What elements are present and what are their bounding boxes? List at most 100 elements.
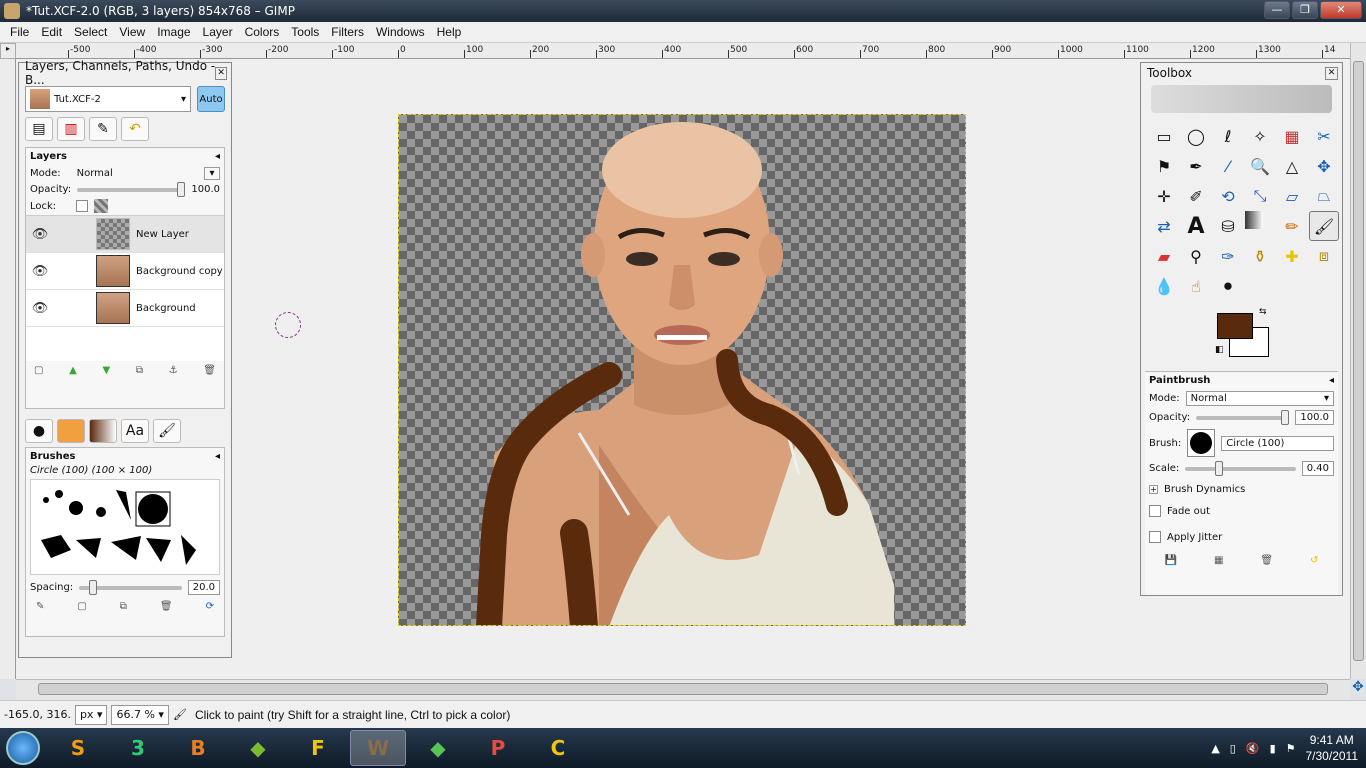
menu-help[interactable]: Help bbox=[431, 25, 468, 39]
scale-icon[interactable]: ⤡ bbox=[1245, 181, 1275, 211]
layer-row[interactable]: 👁 New Layer bbox=[26, 216, 224, 253]
fuzzy-select-icon[interactable]: ✧ bbox=[1245, 121, 1275, 151]
color-select-icon[interactable]: ▦ bbox=[1277, 121, 1307, 151]
flip-icon[interactable]: ⇄ bbox=[1149, 211, 1179, 241]
color-picker-icon[interactable]: ⁄ bbox=[1213, 151, 1243, 181]
taskbar-sims-icon[interactable]: ◆ bbox=[230, 730, 286, 766]
fade-out-label[interactable]: Fade out bbox=[1167, 506, 1210, 517]
tab-menu-icon[interactable]: ◂ bbox=[215, 151, 220, 162]
chevron-down-icon[interactable]: ▾ bbox=[204, 167, 220, 180]
spacing-value[interactable]: 20.0 bbox=[187, 580, 220, 595]
menu-file[interactable]: File bbox=[4, 25, 35, 39]
menu-tools[interactable]: Tools bbox=[285, 25, 325, 39]
ink-icon[interactable]: ✑ bbox=[1213, 241, 1243, 271]
menu-layer[interactable]: Layer bbox=[197, 25, 239, 39]
new-brush-icon[interactable]: ▢ bbox=[77, 601, 86, 612]
bucket-fill-icon[interactable]: ⛁ bbox=[1213, 211, 1243, 241]
vertical-scrollbar[interactable] bbox=[1350, 43, 1366, 679]
spacing-slider[interactable] bbox=[79, 579, 182, 595]
menu-view[interactable]: View bbox=[113, 25, 151, 39]
paint-opacity-knob[interactable] bbox=[1281, 409, 1290, 425]
volume-muted-icon[interactable]: 🔇 bbox=[1246, 742, 1260, 755]
menu-select[interactable]: Select bbox=[68, 25, 113, 39]
save-options-icon[interactable]: 💾 bbox=[1165, 555, 1177, 566]
shear-icon[interactable]: ▱ bbox=[1277, 181, 1307, 211]
lock-checkbox[interactable] bbox=[76, 200, 89, 212]
show-hidden-icon[interactable]: ▲ bbox=[1211, 742, 1219, 755]
menu-edit[interactable]: Edit bbox=[35, 25, 68, 39]
taskbar-app-2[interactable]: 3 bbox=[110, 730, 166, 766]
maximize-button[interactable]: ❐ bbox=[1292, 1, 1318, 19]
measure-icon[interactable]: △ bbox=[1277, 151, 1307, 181]
auto-button[interactable]: Auto bbox=[197, 86, 225, 112]
clone-icon[interactable]: ⚱ bbox=[1245, 241, 1275, 271]
delete-options-icon[interactable]: 🗑 bbox=[1260, 555, 1273, 566]
tab-menu-icon[interactable]: ◂ bbox=[215, 451, 220, 462]
eye-icon[interactable]: 👁 bbox=[26, 227, 54, 242]
channels-tab-icon[interactable]: ▥ bbox=[57, 117, 85, 141]
horizontal-ruler[interactable]: -500 -400 -300 -200 -100 0 100 200 300 400 500 600 7… bbox=[16, 43, 1350, 59]
tab-menu-icon[interactable]: ◂ bbox=[1329, 375, 1334, 386]
duplicate-brush-icon[interactable]: ⧉ bbox=[120, 601, 127, 612]
opacity-value[interactable]: 100.0 bbox=[191, 184, 220, 195]
rect-select-icon[interactable]: ▭ bbox=[1149, 121, 1179, 151]
restore-options-icon[interactable]: ▦ bbox=[1214, 555, 1223, 566]
refresh-brushes-icon[interactable]: ⟳ bbox=[206, 601, 214, 612]
dodge-burn-icon[interactable]: ⚫ bbox=[1213, 271, 1243, 301]
raise-layer-icon[interactable]: ▲ bbox=[69, 365, 77, 376]
tool-presets-tab-icon[interactable]: 🖌 bbox=[153, 419, 181, 443]
minimize-button[interactable]: — bbox=[1264, 1, 1290, 19]
scale-value[interactable]: 0.40 bbox=[1301, 461, 1334, 476]
close-icon[interactable]: ✕ bbox=[215, 66, 227, 80]
layer-row[interactable]: 👁 Background copy bbox=[26, 253, 224, 290]
paint-mode-select[interactable]: Normal ▾ bbox=[1185, 391, 1334, 406]
layer-mode-value[interactable]: Normal bbox=[77, 168, 113, 179]
jitter-label[interactable]: Apply Jitter bbox=[1167, 532, 1222, 543]
foreground-select-icon[interactable]: ⚑ bbox=[1149, 151, 1179, 181]
taskbar-gimp[interactable]: W bbox=[350, 730, 406, 766]
swap-colors-icon[interactable]: ⇆ bbox=[1259, 307, 1267, 317]
layer-name[interactable]: New Layer bbox=[136, 229, 189, 240]
unit-select[interactable]: px ▾ bbox=[74, 704, 108, 725]
brush-preview[interactable] bbox=[1187, 429, 1216, 457]
taskbar-picasa[interactable]: P bbox=[470, 730, 526, 766]
eye-icon[interactable]: 👁 bbox=[26, 301, 54, 316]
image-canvas[interactable] bbox=[398, 114, 966, 626]
new-layer-icon[interactable]: ▢ bbox=[34, 365, 43, 376]
zoom-icon[interactable]: 🔍 bbox=[1245, 151, 1275, 181]
scissors-icon[interactable]: ✂ bbox=[1309, 121, 1339, 151]
navigate-icon[interactable]: ✥ bbox=[1350, 679, 1366, 699]
menu-image[interactable]: Image bbox=[151, 25, 196, 39]
expand-icon[interactable]: + bbox=[1149, 485, 1158, 494]
brushes-tab-icon[interactable]: ● bbox=[25, 419, 53, 443]
taskbar-chrome[interactable]: C bbox=[530, 730, 586, 766]
brush-name-field[interactable]: Circle (100) bbox=[1221, 435, 1334, 451]
delete-brush-icon[interactable]: 🗑 bbox=[160, 601, 173, 612]
delete-layer-icon[interactable]: 🗑 bbox=[203, 365, 216, 376]
vscroll-thumb[interactable] bbox=[1353, 61, 1364, 661]
device-icon[interactable]: ▯ bbox=[1230, 742, 1236, 755]
taskbar-blender[interactable]: B bbox=[170, 730, 226, 766]
gradients-tab-icon[interactable] bbox=[89, 419, 117, 443]
clock[interactable]: 9:41 AM 7/30/2011 bbox=[1306, 732, 1359, 764]
ellipse-select-icon[interactable]: ◯ bbox=[1181, 121, 1211, 151]
lower-layer-icon[interactable]: ▼ bbox=[102, 365, 110, 376]
ruler-corner[interactable]: ▸ bbox=[0, 43, 16, 59]
eraser-icon[interactable]: ▰ bbox=[1149, 241, 1179, 271]
crop-icon[interactable]: ✐ bbox=[1181, 181, 1211, 211]
taskbar-fl-icon[interactable]: F bbox=[290, 730, 346, 766]
vertical-ruler[interactable] bbox=[0, 59, 16, 679]
scale-knob[interactable] bbox=[1215, 460, 1224, 476]
fade-out-checkbox[interactable] bbox=[1149, 505, 1161, 517]
paint-opacity-slider[interactable] bbox=[1196, 409, 1290, 425]
menu-filters[interactable]: Filters bbox=[325, 25, 370, 39]
heal-icon[interactable]: ✚ bbox=[1277, 241, 1307, 271]
spacing-knob[interactable] bbox=[89, 579, 98, 595]
menu-colors[interactable]: Colors bbox=[239, 25, 286, 39]
undo-tab-icon[interactable]: ↶ bbox=[121, 117, 149, 141]
anchor-layer-icon[interactable]: ⚓ bbox=[169, 365, 178, 376]
layer-row[interactable]: 👁 Background bbox=[26, 290, 224, 327]
opacity-slider[interactable] bbox=[77, 181, 186, 197]
brush-dynamics-label[interactable]: Brush Dynamics bbox=[1164, 484, 1245, 495]
action-center-icon[interactable]: ⚑ bbox=[1286, 742, 1296, 755]
